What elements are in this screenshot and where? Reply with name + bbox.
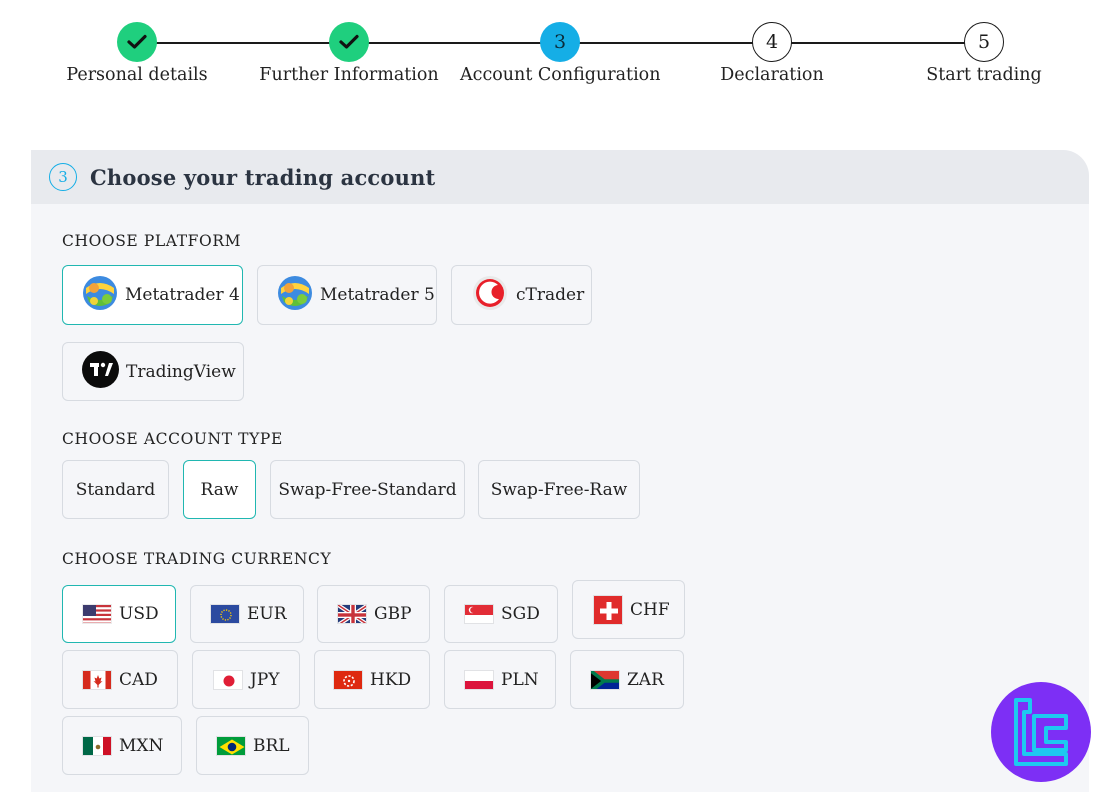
account-type-label: Standard: [75, 479, 156, 500]
currency-label: MXN: [119, 735, 164, 756]
currency-option-gbp[interactable]: GBP: [317, 585, 430, 643]
step-label: Declaration: [720, 65, 824, 85]
brand-mark-icon: [1014, 698, 1068, 766]
ca-flag-icon: [82, 669, 112, 690]
currency-option-chf[interactable]: CHF: [572, 580, 685, 639]
us-flag-icon: [82, 604, 112, 624]
step-label: Personal details: [66, 65, 208, 85]
currency-label: EUR: [247, 604, 287, 624]
account-type-swap-free-standard[interactable]: Swap-Free-Standard: [270, 460, 465, 519]
platform-option-tradingview[interactable]: TradingView: [62, 342, 244, 401]
platform-option-label: Metatrader 5: [320, 285, 435, 305]
panel-title: Choose your trading account: [90, 164, 436, 190]
check-icon: [329, 22, 369, 62]
step-label: Account Configuration: [460, 65, 661, 85]
currency-option-sgd[interactable]: SGD: [444, 585, 558, 643]
br-flag-icon: [216, 735, 246, 756]
currency-label: ZAR: [627, 669, 664, 690]
currency-option-eur[interactable]: EUR: [190, 585, 304, 643]
metatrader-icon: [81, 274, 119, 317]
jp-flag-icon: [213, 669, 243, 690]
currency-section-label: CHOOSE TRADING CURRENCY: [62, 550, 332, 568]
currency-option-cad[interactable]: CAD: [62, 650, 178, 709]
step-number: 5: [964, 22, 1004, 62]
step-further-information[interactable]: Further Information: [249, 22, 449, 85]
currency-label: CHF: [630, 599, 670, 620]
currency-option-hkd[interactable]: HKD: [314, 650, 430, 709]
sg-flag-icon: [464, 604, 494, 624]
step-label: Further Information: [259, 65, 439, 85]
account-type-section-label: CHOOSE ACCOUNT TYPE: [62, 430, 283, 448]
hk-flag-icon: [333, 669, 363, 690]
platform-option-metatrader-4[interactable]: Metatrader 4: [62, 265, 243, 325]
platform-option-label: cTrader: [516, 285, 585, 305]
currency-option-mxn[interactable]: MXN: [62, 716, 182, 775]
currency-option-brl[interactable]: BRL: [196, 716, 309, 775]
mx-flag-icon: [82, 735, 112, 756]
step-label: Start trading: [926, 65, 1042, 85]
currency-label: PLN: [501, 669, 539, 690]
currency-option-usd[interactable]: USD: [62, 585, 176, 643]
currency-label: GBP: [374, 604, 412, 624]
platform-option-metatrader-5[interactable]: Metatrader 5: [257, 265, 437, 325]
step-number: 4: [752, 22, 792, 62]
account-type-raw[interactable]: Raw: [183, 460, 256, 519]
currency-label: SGD: [501, 604, 540, 624]
check-icon: [117, 22, 157, 62]
section-number-badge: 3: [49, 163, 77, 191]
currency-option-pln[interactable]: PLN: [444, 650, 556, 709]
account-type-label: Swap-Free-Standard: [278, 479, 457, 500]
currency-label: HKD: [370, 669, 412, 690]
gb-flag-icon: [337, 604, 367, 624]
ctrader-icon: [472, 275, 508, 316]
step-personal-details[interactable]: Personal details: [37, 22, 237, 85]
progress-stepper: Personal details Further Information 3 A…: [0, 0, 1101, 110]
currency-label: CAD: [119, 669, 158, 690]
platform-section-label: CHOOSE PLATFORM: [62, 232, 242, 250]
tradingview-icon: [82, 350, 119, 393]
platform-option-ctrader[interactable]: cTrader: [451, 265, 592, 325]
step-start-trading[interactable]: 5 Start trading: [884, 22, 1084, 85]
account-type-label: Raw: [200, 479, 239, 500]
currency-option-jpy[interactable]: JPY: [192, 650, 300, 709]
metatrader-icon: [276, 274, 314, 317]
pl-flag-icon: [464, 669, 494, 690]
platform-option-label: TradingView: [126, 361, 236, 382]
brand-logo: [991, 682, 1091, 782]
za-flag-icon: [590, 669, 620, 690]
account-type-standard[interactable]: Standard: [62, 460, 169, 519]
eu-flag-icon: [210, 604, 240, 624]
currency-option-zar[interactable]: ZAR: [570, 650, 684, 709]
step-account-configuration[interactable]: 3 Account Configuration: [460, 22, 661, 85]
currency-label: JPY: [250, 669, 280, 690]
currency-label: USD: [119, 604, 159, 624]
step-number: 3: [540, 22, 580, 62]
currency-label: BRL: [253, 735, 290, 756]
account-type-swap-free-raw[interactable]: Swap-Free-Raw: [478, 460, 640, 519]
step-declaration[interactable]: 4 Declaration: [672, 22, 872, 85]
panel-header: 3 Choose your trading account: [31, 150, 1089, 204]
ch-flag-icon: [593, 594, 623, 625]
trading-account-panel: 3 Choose your trading account CHOOSE PLA…: [31, 150, 1089, 792]
account-type-label: Swap-Free-Raw: [490, 479, 628, 500]
platform-option-label: Metatrader 4: [125, 285, 240, 305]
